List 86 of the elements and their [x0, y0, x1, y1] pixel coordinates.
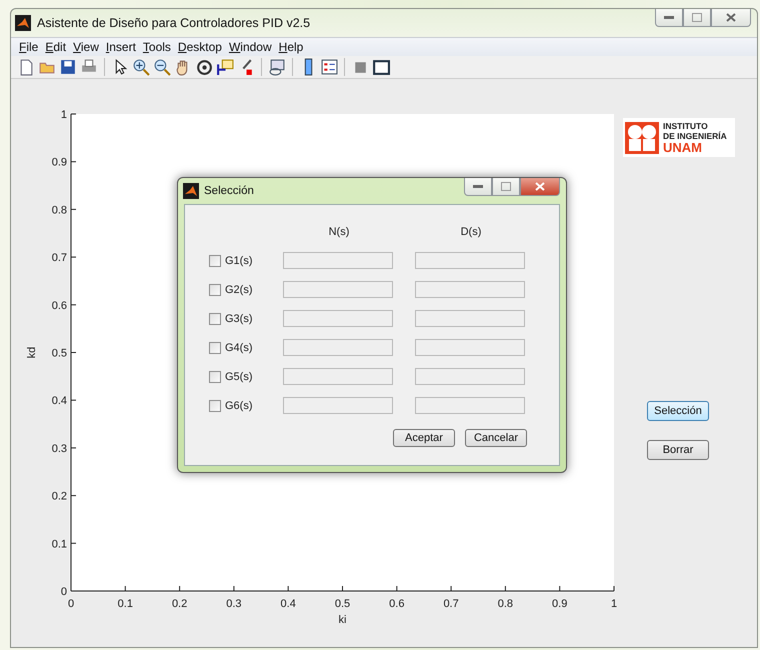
- close-button[interactable]: [711, 9, 751, 27]
- tick-label: 0.6: [389, 598, 404, 610]
- input-field[interactable]: [415, 339, 525, 356]
- tick-label: 0.3: [52, 442, 67, 455]
- maximize-icon: [501, 182, 511, 191]
- tick-label: 0.6: [52, 300, 67, 312]
- menu-item[interactable]: Edit: [45, 40, 66, 54]
- logo-text: INSTITUTO: [663, 121, 709, 131]
- menu-item[interactable]: Window: [228, 40, 272, 54]
- menu-item[interactable]: Tools: [142, 40, 171, 54]
- row-label: G6(s): [225, 400, 252, 412]
- minimize-button[interactable]: [464, 178, 492, 196]
- axis-label: kd: [26, 346, 38, 358]
- maximize-button[interactable]: [683, 9, 711, 27]
- menu-item[interactable]: Help: [278, 40, 304, 54]
- action-button[interactable]: Selección: [647, 401, 709, 421]
- tick-label: 0.1: [118, 598, 133, 610]
- minimize-button[interactable]: [655, 9, 683, 27]
- window-title: Asistente de Diseño para Controladores PID v2.5: [37, 16, 310, 30]
- column-header: N(s): [328, 226, 350, 238]
- checkbox[interactable]: [209, 342, 221, 354]
- dialog-button[interactable]: Aceptar: [393, 428, 455, 446]
- tick-label: 0.4: [280, 598, 296, 610]
- input-field[interactable]: [283, 368, 393, 385]
- row-label: G2(s): [225, 284, 252, 296]
- input-field[interactable]: [415, 397, 525, 414]
- save-icon[interactable]: [59, 58, 77, 76]
- input-field[interactable]: [283, 310, 393, 327]
- row-label: G4(s): [225, 342, 252, 354]
- dialog-title: Selección: [204, 185, 254, 197]
- tick-label: 0.5: [52, 348, 67, 360]
- minimize-icon: [664, 16, 674, 20]
- checkbox[interactable]: [209, 284, 221, 296]
- tick-label: 0.9: [552, 598, 568, 610]
- row-label: G5(s): [225, 370, 252, 382]
- maximize-icon: [692, 13, 702, 22]
- input-field[interactable]: [415, 310, 525, 327]
- checkbox[interactable]: [209, 254, 221, 266]
- tick-label: 0.2: [52, 490, 67, 503]
- tick-label: 0.3: [226, 598, 242, 610]
- tick-label: 0: [60, 586, 67, 598]
- maximize-button[interactable]: [492, 178, 520, 196]
- app-icon: [15, 15, 31, 31]
- dialog-button[interactable]: Cancelar: [465, 428, 527, 446]
- checkbox[interactable]: [209, 370, 221, 382]
- input-field[interactable]: [283, 397, 393, 414]
- minimize-icon: [473, 184, 483, 188]
- row-label: G1(s): [225, 254, 252, 266]
- action-button[interactable]: Borrar: [647, 440, 709, 460]
- menu-item[interactable]: File: [19, 40, 38, 54]
- tick-label: 1: [60, 109, 67, 121]
- row-label: G3(s): [225, 312, 252, 324]
- menu-item[interactable]: View: [73, 40, 99, 54]
- tick-label: 0.1: [52, 538, 67, 550]
- tick-label: 0.8: [52, 204, 67, 216]
- menu-item[interactable]: Insert: [106, 40, 136, 54]
- zoom-in-icon[interactable]: [132, 58, 150, 76]
- tick-label: 0.7: [443, 598, 459, 610]
- input-field[interactable]: [283, 252, 393, 269]
- tick-label: 0.8: [498, 598, 514, 610]
- tick-label: 0: [68, 598, 74, 610]
- close-icon: [726, 13, 736, 22]
- frame-icon[interactable]: [372, 58, 390, 76]
- input-field[interactable]: [415, 368, 525, 385]
- checkbox[interactable]: [209, 312, 221, 324]
- input-field[interactable]: [283, 281, 393, 298]
- legend-icon[interactable]: [320, 58, 338, 76]
- column-header: D(s): [460, 226, 482, 238]
- input-field[interactable]: [415, 281, 525, 298]
- app-icon: [183, 183, 199, 199]
- logo-text: DE INGENIERÍA: [663, 131, 727, 141]
- checkbox[interactable]: [209, 400, 221, 412]
- menu-item[interactable]: Desktop: [178, 40, 222, 54]
- axis-label: ki: [338, 614, 346, 626]
- tick-label: 0.7: [52, 252, 67, 264]
- zoom-out-icon[interactable]: [153, 58, 171, 76]
- close-icon: [535, 182, 545, 191]
- tick-label: 0.9: [52, 156, 67, 169]
- tick-label: 0.2: [172, 598, 188, 610]
- input-field[interactable]: [415, 252, 525, 269]
- tick-label: 1: [610, 598, 618, 610]
- tick-label: 0.4: [52, 395, 67, 408]
- tick-label: 0.5: [334, 598, 350, 610]
- logo-text: UNAM: [663, 141, 703, 154]
- close-button[interactable]: [520, 178, 560, 196]
- input-field[interactable]: [283, 339, 393, 356]
